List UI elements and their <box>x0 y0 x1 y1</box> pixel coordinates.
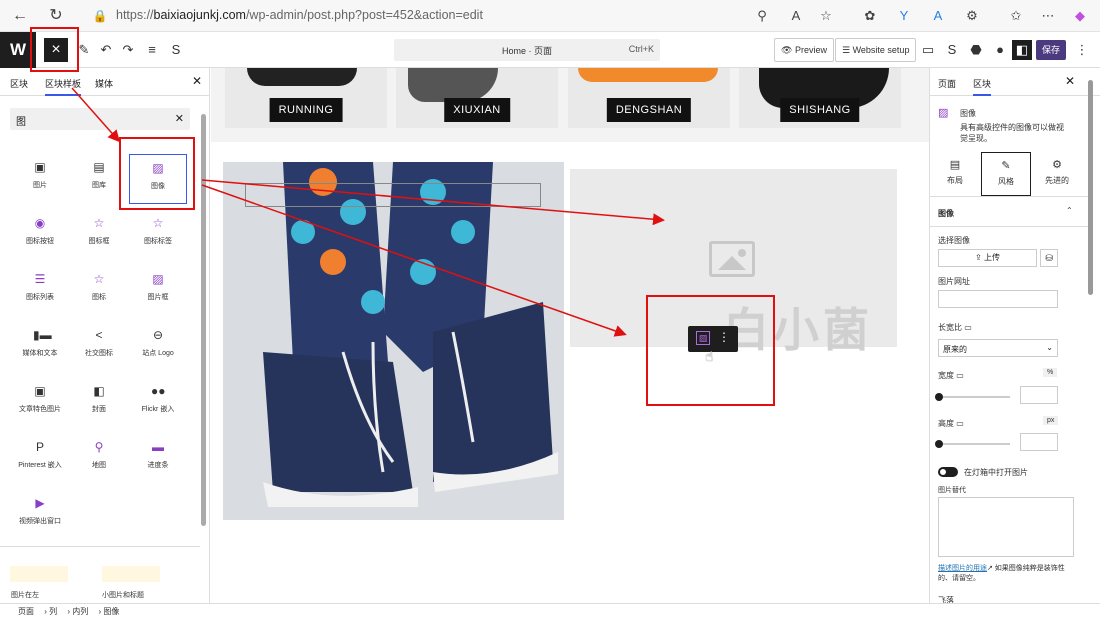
breadcrumb: 页面 › 列 › 内列 › 图像 <box>0 603 1100 620</box>
annotation-arrows <box>71 87 665 337</box>
breadcrumb-item[interactable]: 列 <box>49 607 57 616</box>
breadcrumb-item[interactable]: 页面 <box>18 607 34 616</box>
breadcrumb-item[interactable]: 内列 <box>72 607 88 616</box>
breadcrumb-item[interactable]: 图像 <box>103 607 119 616</box>
